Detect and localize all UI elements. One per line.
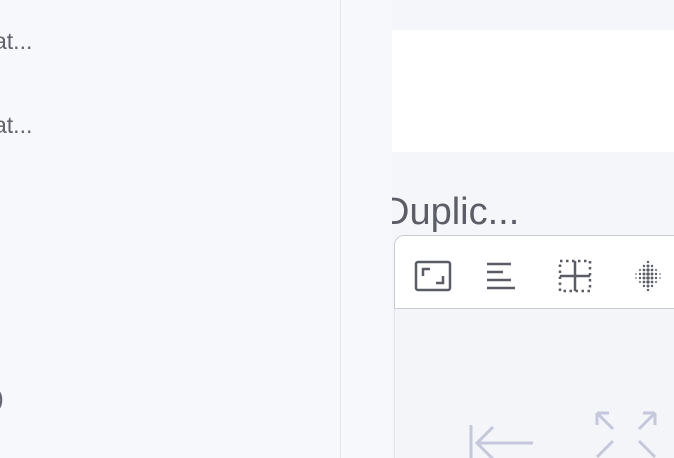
section-title: Duplic... bbox=[392, 191, 520, 233]
list-item-text[interactable]: ) bbox=[0, 387, 4, 410]
content-block bbox=[392, 30, 674, 152]
panel-gutter bbox=[342, 0, 392, 458]
grid-icon bbox=[558, 259, 592, 293]
align-left-button[interactable] bbox=[481, 256, 521, 296]
align-left-icon bbox=[487, 262, 515, 290]
dot-matrix-button[interactable] bbox=[628, 256, 668, 296]
left-panel: at... at... ) bbox=[0, 0, 341, 458]
dot-matrix-icon bbox=[635, 260, 661, 292]
image-toolbar bbox=[394, 235, 674, 309]
collapse-left-icon bbox=[469, 425, 533, 458]
list-item-text[interactable]: at... bbox=[0, 30, 32, 53]
grid-button[interactable] bbox=[555, 256, 595, 296]
resize-button[interactable] bbox=[413, 256, 453, 296]
expand-icon bbox=[595, 411, 657, 458]
editor-panel: Duplic... bbox=[392, 0, 674, 458]
top-strip bbox=[392, 0, 674, 30]
resize-icon bbox=[414, 260, 452, 292]
image-preview bbox=[394, 309, 674, 458]
list-item-text[interactable]: at... bbox=[0, 114, 32, 137]
